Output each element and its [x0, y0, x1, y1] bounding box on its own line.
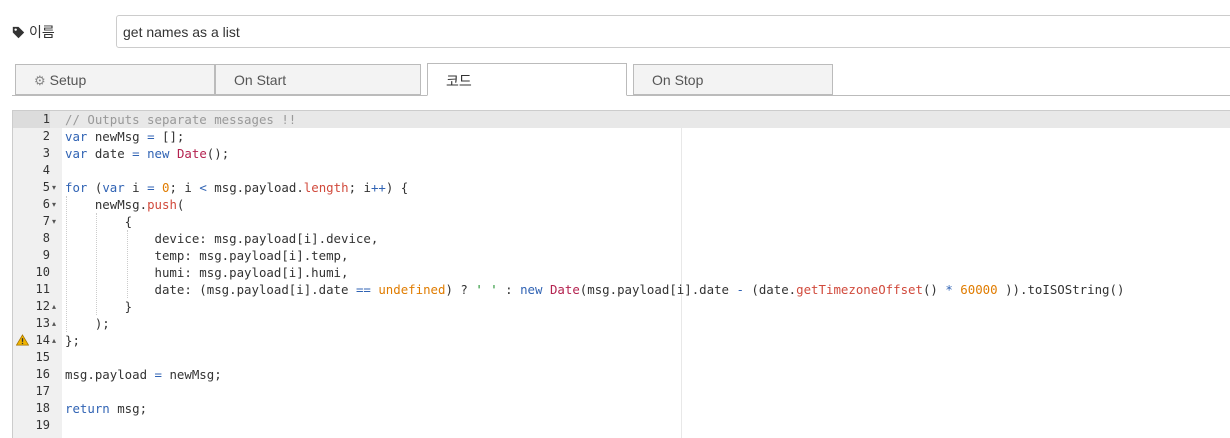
indent-guide — [126, 230, 129, 298]
code-line[interactable]: 2 var newMsg = []; — [13, 128, 1230, 145]
code-line[interactable]: 8 device: msg.payload[i].device, — [13, 230, 1230, 247]
code-text: }; — [65, 333, 80, 348]
gear-icon: ⚙ — [34, 73, 46, 88]
code-line[interactable]: 10 humi: msg.payload[i].humi, — [13, 264, 1230, 281]
code-text: date: (msg.payload[i].date == undefined)… — [65, 282, 1125, 297]
code-line[interactable]: 16 msg.payload = newMsg; — [13, 366, 1230, 383]
tab-bar: ⚙ Setup On Start 코드 On Stop — [0, 63, 1230, 97]
code-line[interactable]: 9 temp: msg.payload[i].temp, — [13, 247, 1230, 264]
line-number: 11 — [35, 282, 50, 296]
code-line[interactable]: 7 ▾ { — [13, 213, 1230, 230]
code-text: msg.payload = newMsg; — [65, 367, 222, 382]
indent-guide — [96, 213, 98, 315]
code-line[interactable]: 17 — [13, 383, 1230, 400]
line-number: 2 — [42, 129, 50, 143]
fold-close-icon[interactable]: ▴ — [52, 315, 56, 332]
code-text: var date = new Date(); — [65, 146, 230, 161]
code-text: newMsg.push( — [65, 197, 185, 212]
code-text: { — [65, 214, 133, 229]
name-row: 이름 — [0, 0, 1230, 60]
code-line[interactable]: 6 ▾ newMsg.push( — [13, 196, 1230, 213]
code-text: temp: msg.payload[i].temp, — [65, 248, 349, 263]
code-text: return msg; — [65, 401, 148, 416]
tab-setup-label: Setup — [49, 72, 87, 88]
warning-icon[interactable] — [16, 334, 29, 346]
line-number: 18 — [35, 401, 50, 415]
line-number: 12 — [35, 299, 50, 313]
tab-setup[interactable]: ⚙ Setup — [15, 64, 215, 95]
tab-on-start-label: On Start — [234, 72, 287, 88]
code-text: // Outputs separate messages !! — [65, 112, 297, 127]
line-number: 8 — [42, 231, 50, 245]
tab-on-stop-label: On Stop — [652, 72, 704, 88]
line-number: 10 — [35, 265, 50, 279]
tab-code-label: 코드 — [446, 73, 472, 89]
line-number: 13 — [35, 316, 50, 330]
name-input[interactable] — [116, 15, 1230, 48]
fold-close-icon[interactable]: ▴ — [52, 298, 56, 315]
line-number: 7 — [42, 214, 50, 228]
code-text: humi: msg.payload[i].humi, — [65, 265, 349, 280]
indent-guide — [66, 196, 68, 332]
tab-code[interactable]: 코드 — [427, 63, 627, 96]
line-number: 6 — [42, 197, 50, 211]
code-line[interactable]: 1 // Outputs separate messages !! — [13, 111, 1230, 128]
tab-on-start[interactable]: On Start — [215, 64, 421, 95]
code-line[interactable]: 14 ▴}; — [13, 332, 1230, 349]
line-number: 4 — [42, 163, 50, 177]
tag-icon — [12, 26, 25, 38]
line-number: 19 — [35, 418, 50, 432]
code-text: var newMsg = []; — [65, 129, 185, 144]
line-number: 5 — [42, 180, 50, 194]
code-line[interactable]: 5 ▾ for (var i = 0; i < msg.payload.length… — [13, 179, 1230, 196]
line-number: 1 — [13, 111, 50, 128]
name-label-text: 이름 — [29, 24, 55, 40]
code-text: ); — [65, 316, 110, 331]
fold-close-icon[interactable]: ▴ — [52, 332, 56, 349]
code-line[interactable]: 19 — [13, 417, 1230, 434]
code-line[interactable]: 12 ▴ } — [13, 298, 1230, 315]
line-number: 3 — [42, 146, 50, 160]
line-number: 15 — [35, 350, 50, 364]
code-text: for (var i = 0; i < msg.payload.length; … — [65, 180, 409, 195]
fold-open-icon[interactable]: ▾ — [52, 196, 56, 213]
code-line[interactable]: 13 ▴ ); — [13, 315, 1230, 332]
code-editor[interactable]: 1 // Outputs separate messages !! 2 var new… — [12, 110, 1230, 438]
code-text: device: msg.payload[i].device, — [65, 231, 379, 246]
tab-on-stop[interactable]: On Stop — [633, 64, 833, 95]
fold-open-icon[interactable]: ▾ — [52, 179, 56, 196]
fold-open-icon[interactable]: ▾ — [52, 213, 56, 230]
name-label: 이름 — [12, 22, 55, 42]
line-number: 9 — [42, 248, 50, 262]
code-line[interactable]: 4 — [13, 162, 1230, 179]
code-line[interactable]: 18 return msg; — [13, 400, 1230, 417]
code-text: } — [65, 299, 133, 314]
code-line[interactable]: 15 — [13, 349, 1230, 366]
line-number: 16 — [35, 367, 50, 381]
line-number: 17 — [35, 384, 50, 398]
code-line[interactable]: 3 var date = new Date(); — [13, 145, 1230, 162]
code-line[interactable]: 11 date: (msg.payload[i].date == undefin… — [13, 281, 1230, 298]
